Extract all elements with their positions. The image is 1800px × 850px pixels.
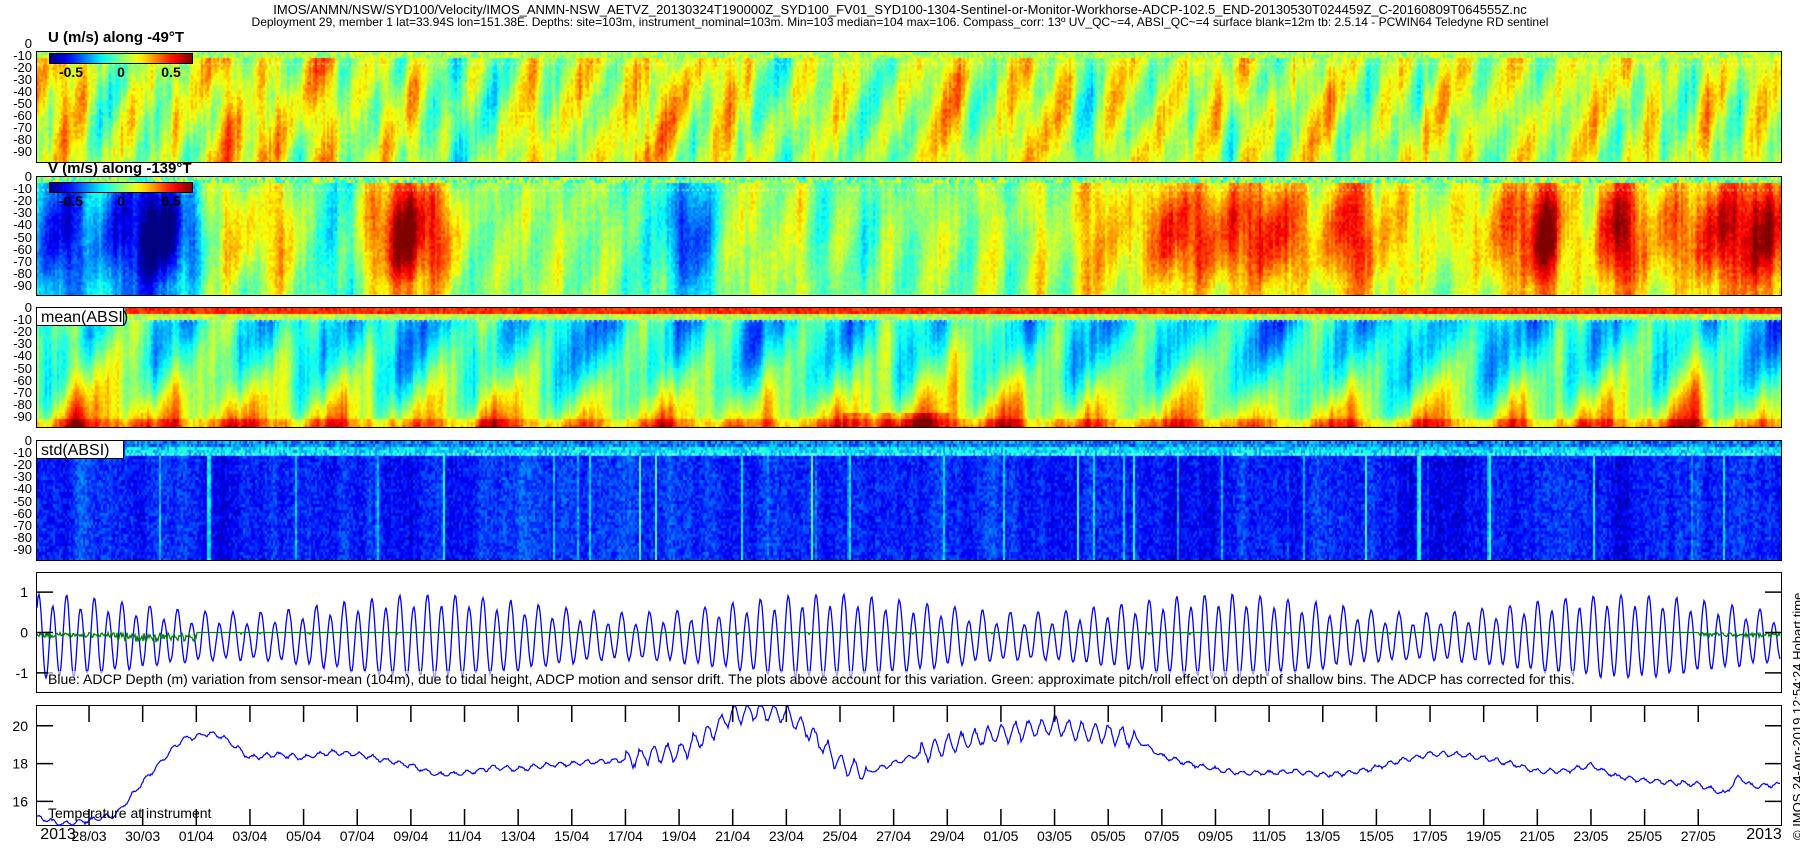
x-tick-label: 23/05 <box>1573 828 1609 844</box>
x-tick-label: 03/05 <box>1037 828 1073 844</box>
x-tick-label: 05/04 <box>286 828 322 844</box>
x-tick-label: 03/04 <box>232 828 268 844</box>
x-tick-label: 27/05 <box>1680 828 1716 844</box>
y-tick-label: 0 <box>20 625 28 641</box>
x-tick-label: 25/04 <box>822 828 858 844</box>
y-tick-label: 18 <box>12 756 28 772</box>
x-tick-label: 17/05 <box>1412 828 1448 844</box>
x-tick-label: 15/05 <box>1358 828 1394 844</box>
x-tick-label: 13/04 <box>500 828 536 844</box>
y-tick-label: 16 <box>12 793 28 809</box>
temperature-line <box>36 705 1781 826</box>
x-tick-label: 27/04 <box>876 828 912 844</box>
x-tick-label: 13/05 <box>1305 828 1341 844</box>
x-tick-label: 21/05 <box>1519 828 1555 844</box>
x-tick-label: 28/03 <box>71 828 107 844</box>
x-tick-label: 07/05 <box>1144 828 1180 844</box>
copyright-timestamp: © IMOS 24-Apr-2019 12:54:24 Hobart time <box>1790 592 1800 840</box>
y-tick-label: 1 <box>20 584 28 600</box>
x-tick-label: 19/05 <box>1466 828 1502 844</box>
x-tick-label: 11/04 <box>447 828 482 844</box>
x-tick-label: 23/04 <box>768 828 804 844</box>
depth-variation-line <box>36 592 1781 681</box>
x-tick-label: 11/05 <box>1252 828 1287 844</box>
x-tick-label: 30/03 <box>125 828 161 844</box>
x-tick-label: 05/05 <box>1090 828 1126 844</box>
pitch-roll-effect-line <box>36 630 1781 644</box>
x-tick-label: 01/04 <box>178 828 214 844</box>
x-tick-label: 21/04 <box>715 828 751 844</box>
temperature-caption: Temperature at instrument <box>48 805 212 821</box>
x-year-left: 2013 <box>40 826 76 843</box>
y-tick-label: -1 <box>16 665 29 681</box>
x-tick-label: 15/04 <box>554 828 590 844</box>
x-tick-label: 09/05 <box>1197 828 1233 844</box>
x-tick-label: 25/05 <box>1627 828 1663 844</box>
x-tick-label: 07/04 <box>339 828 375 844</box>
depth-caption: Blue: ADCP Depth (m) variation from sens… <box>48 671 1575 687</box>
y-tick-label: 20 <box>12 718 28 734</box>
x-tick-label: 29/04 <box>929 828 965 844</box>
x-tick-label: 19/04 <box>661 828 697 844</box>
x-tick-label: 09/04 <box>393 828 429 844</box>
x-tick-label: 17/04 <box>607 828 643 844</box>
line-plots: 1 0 -1 20 18 16 <box>12 584 1782 826</box>
x-tick-label: 01/05 <box>983 828 1019 844</box>
x-year-right: 2013 <box>1746 826 1782 843</box>
